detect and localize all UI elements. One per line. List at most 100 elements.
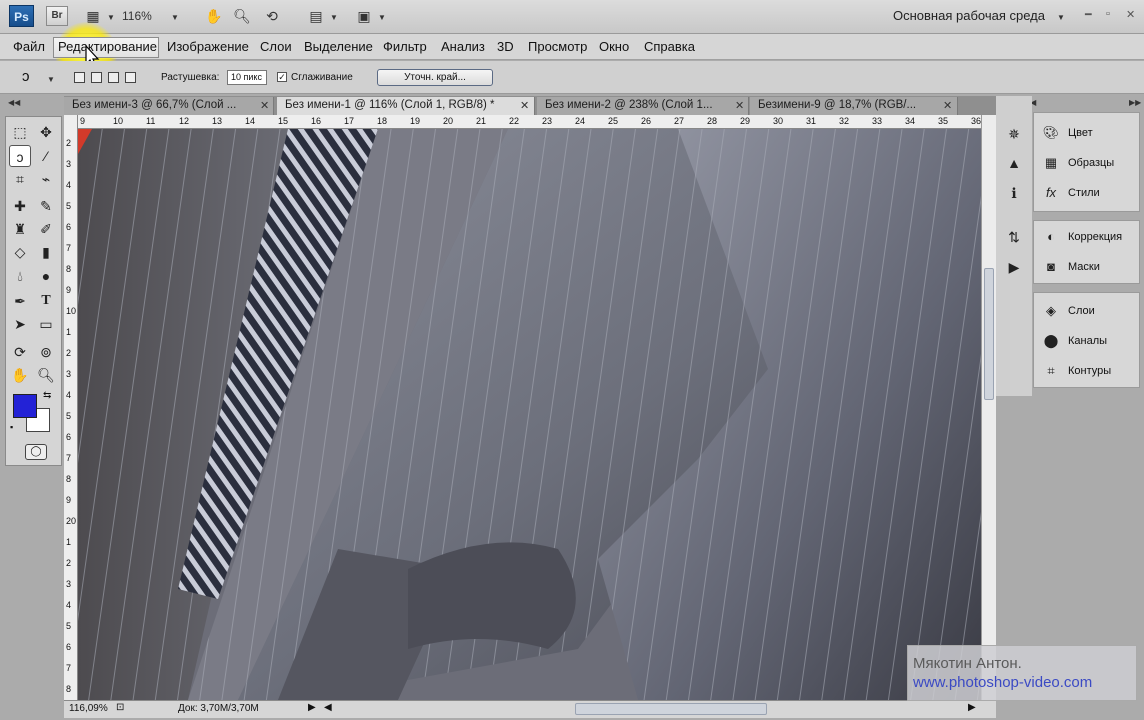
default-colors-icon[interactable]: ▪ [10,422,13,432]
zoom-level[interactable]: 116% [122,9,152,23]
tab-document-1[interactable]: Без имени-1 @ 116% (Слой 1, RGB/8) * [277,97,535,115]
arrange-documents-icon[interactable]: ▤ [305,5,327,27]
actions-icon[interactable]: ▶ [1004,257,1024,277]
ruler-h-tick: 9 [80,116,86,126]
add-to-selection-icon[interactable] [91,72,102,83]
clone-stamp-icon[interactable]: ♜ [9,218,31,240]
scroll-right-icon[interactable]: ▶ [968,702,976,713]
new-selection-icon[interactable] [74,72,85,83]
watermark-url: www.photoshop-video.com [913,674,1093,691]
move-tool-icon[interactable]: ✥ [35,121,57,143]
hand-tool-icon[interactable]: ✋ [9,364,31,386]
pen-tool-icon[interactable]: ✒ [9,290,31,312]
history-brush-icon[interactable]: ✐ [35,218,57,240]
gradient-tool-icon[interactable]: ▮ [35,241,57,263]
marquee-tool-icon[interactable]: ⬚ [9,121,31,143]
antialias-checkbox[interactable]: ✓ [277,72,287,82]
panel-layers[interactable]: Слои [1068,305,1095,317]
healing-brush-icon[interactable]: ✚ [9,195,31,217]
scroll-left-icon[interactable]: ◀ [324,702,332,713]
lasso-preset-icon[interactable]: ↄ [22,68,30,85]
vertical-scroll-thumb[interactable] [984,268,994,400]
hand-tool-icon[interactable]: ✋ [203,5,225,27]
tab-document-2[interactable]: Без имени-2 @ 238% (Слой 1... [537,97,749,115]
status-menu-arrow-icon[interactable]: ▶ [308,702,316,713]
menu-window[interactable]: Окно [599,39,629,54]
rectangle-tool-icon[interactable]: ▭ [35,313,57,335]
panel-masks[interactable]: Маски [1068,261,1100,273]
ruler-h-tick: 32 [839,116,850,126]
panel-paths[interactable]: Контуры [1068,365,1111,377]
refine-edge-button[interactable]: Уточн. край... [377,69,493,86]
chevron-down-icon[interactable]: ▼ [378,13,386,22]
tab-document-3[interactable]: Без имени-3 @ 66,7% (Слой ... [64,97,274,115]
screen-mode-icon[interactable]: ▣ [353,5,375,27]
panel-color[interactable]: Цвет [1068,127,1093,139]
eraser-tool-icon[interactable]: ◇ [9,241,31,263]
feather-input[interactable]: 10 пикс [227,70,267,85]
maximize-icon[interactable]: ▫ [1106,8,1110,20]
crop-tool-icon[interactable]: ⌗ [9,168,31,190]
panel-channels[interactable]: Каналы [1068,335,1107,347]
chevron-down-icon[interactable]: ▼ [107,13,115,22]
close-tab-icon[interactable]: ✕ [735,99,744,112]
3d-orbit-icon[interactable]: ⊚ [35,341,57,363]
status-zoom[interactable]: 116,09% [69,703,108,714]
chevron-down-icon[interactable]: ▼ [330,13,338,22]
swap-colors-icon[interactable]: ⇆ [43,390,51,401]
menu-3d[interactable]: 3D [497,39,514,54]
close-tab-icon[interactable]: ✕ [260,99,269,112]
blur-tool-icon[interactable]: 💧︎ [9,265,31,287]
close-tab-icon[interactable]: ✕ [943,99,952,112]
panel-adjustments[interactable]: Коррекция [1068,231,1122,243]
magic-wand-tool-icon[interactable]: ⁄ [35,145,57,167]
chevron-down-icon[interactable]: ▼ [1057,13,1065,22]
menu-analysis[interactable]: Анализ [441,39,485,54]
info-icon[interactable]: ℹ [1004,183,1024,203]
menu-file[interactable]: Файл [13,39,45,54]
menu-view[interactable]: Просмотр [528,39,587,54]
menu-select[interactable]: Выделение [304,39,373,54]
navigator-icon[interactable]: ✵ [1004,124,1024,144]
panel-swatches[interactable]: Образцы [1068,157,1114,169]
type-tool-icon[interactable]: T [35,290,57,312]
rotate-view-icon[interactable]: ⟲ [261,5,283,27]
suit-photo [78,129,981,700]
panel-styles[interactable]: Стили [1068,187,1100,199]
foreground-color-swatch-top[interactable] [13,394,37,418]
collapse-panels-icon[interactable]: ▶▶ [1129,98,1141,107]
document-canvas[interactable] [78,129,981,700]
minimize-icon[interactable]: ━ [1085,8,1092,21]
menu-help[interactable]: Справка [644,39,695,54]
brush-tool-icon[interactable]: ✎ [35,195,57,217]
chevron-down-icon[interactable]: ▼ [171,13,179,22]
zoom-tool-icon[interactable]: 🔍︎ [231,5,253,27]
collapse-toolbox-icon[interactable]: ◀◀ [8,98,20,107]
status-icon[interactable]: ⊡ [116,702,124,713]
path-selection-icon[interactable]: ➤ [9,313,31,335]
dodge-tool-icon[interactable]: ● [35,265,57,287]
menu-image[interactable]: Изображение [167,39,249,54]
quick-mask-icon[interactable]: ◯ [25,444,47,460]
horizontal-scroll-thumb[interactable] [575,703,767,715]
bridge-button[interactable]: Br [46,6,68,26]
lasso-tool-icon[interactable]: ↄ [9,145,31,167]
chevron-down-icon[interactable]: ▼ [47,75,55,84]
menu-filter[interactable]: Фильтр [383,39,427,54]
intersect-selection-icon[interactable] [125,72,136,83]
ruler-v-tick: 1 [66,327,72,337]
ruler-v-tick: 5 [66,201,72,211]
close-tab-icon[interactable]: ✕ [520,99,529,112]
close-icon[interactable]: ✕ [1126,8,1135,21]
history-icon[interactable]: ⇅ [1004,227,1024,247]
zoom-tool-icon[interactable]: 🔍︎ [35,364,57,386]
menu-edit[interactable]: Редактирование [58,39,157,54]
vertical-scrollbar[interactable] [981,115,996,701]
menu-layers[interactable]: Слои [260,39,292,54]
3d-rotate-icon[interactable]: ⟳ [9,341,31,363]
subtract-selection-icon[interactable] [108,72,119,83]
workspace-switcher[interactable]: Основная рабочая среда [893,8,1045,23]
tab-document-9[interactable]: Безимени-9 @ 18,7% (RGB/... [750,97,958,115]
eyedropper-tool-icon[interactable]: ⌁ [35,168,57,190]
histogram-icon[interactable]: ▲ [1004,153,1024,173]
